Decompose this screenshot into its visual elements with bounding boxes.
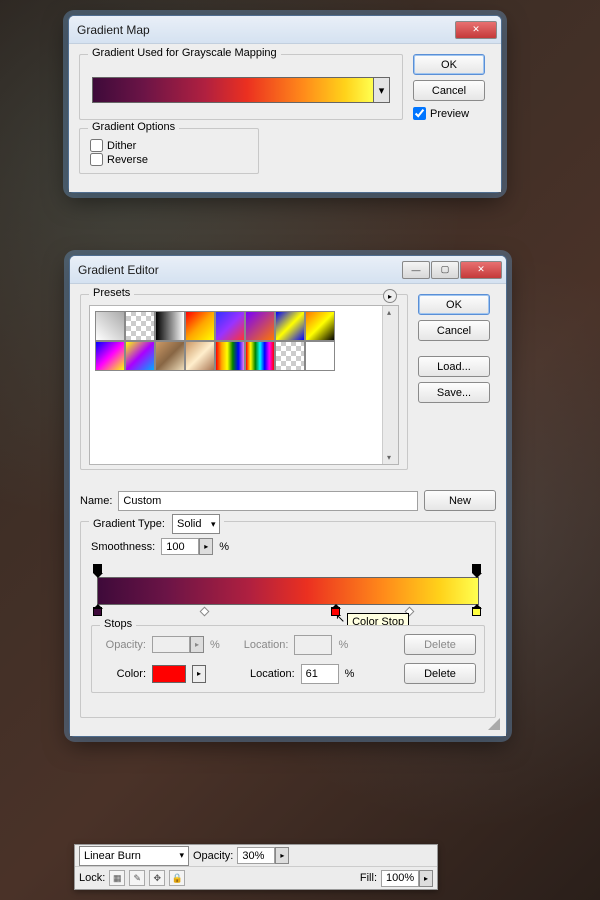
preset-swatch[interactable] bbox=[305, 311, 335, 341]
load-button[interactable]: Load... bbox=[418, 356, 490, 377]
presets-fieldset: Presets ▸ bbox=[80, 294, 408, 470]
preset-swatch[interactable] bbox=[245, 341, 275, 371]
new-button[interactable]: New bbox=[424, 490, 496, 511]
opacity-stop[interactable] bbox=[93, 564, 104, 575]
preset-swatch[interactable] bbox=[125, 341, 155, 371]
location-label: Location: bbox=[250, 668, 295, 680]
close-icon[interactable]: ✕ bbox=[460, 261, 502, 279]
presets-grid bbox=[89, 305, 399, 465]
fieldset-label: Presets bbox=[89, 287, 134, 299]
color-label: Color: bbox=[100, 668, 146, 680]
window-title: Gradient Map bbox=[77, 23, 150, 37]
preset-swatch[interactable] bbox=[155, 341, 185, 371]
opacity-label: Opacity: bbox=[100, 639, 146, 651]
preset-swatch[interactable] bbox=[215, 341, 245, 371]
presets-menu-icon[interactable]: ▸ bbox=[383, 289, 397, 303]
delete-color-button[interactable]: Delete bbox=[404, 663, 476, 684]
gradient-type-label: Gradient Type: bbox=[93, 518, 165, 530]
grayscale-mapping-fieldset: Gradient Used for Grayscale Mapping ▾ bbox=[79, 54, 403, 120]
gradient-ramp[interactable]: ↖ Color Stop bbox=[91, 577, 485, 605]
opacity-input: ▸ bbox=[152, 636, 204, 653]
fieldset-label: Gradient Options bbox=[88, 121, 179, 133]
preview-checkbox[interactable]: Preview bbox=[413, 107, 491, 120]
color-stop[interactable] bbox=[93, 607, 104, 618]
save-button[interactable]: Save... bbox=[418, 382, 490, 403]
fieldset-label: Gradient Used for Grayscale Mapping bbox=[88, 47, 281, 59]
minimize-icon[interactable]: — bbox=[402, 261, 430, 279]
smoothness-label: Smoothness: bbox=[91, 541, 155, 553]
name-label: Name: bbox=[80, 495, 112, 507]
color-swatch[interactable] bbox=[152, 665, 186, 683]
delete-opacity-button: Delete bbox=[404, 634, 476, 655]
cursor-icon: ↖ bbox=[335, 611, 345, 625]
ok-button[interactable]: OK bbox=[413, 54, 485, 75]
blend-mode-select[interactable]: Linear Burn bbox=[79, 846, 189, 866]
resize-grip-icon[interactable] bbox=[488, 718, 500, 730]
opacity-location-input bbox=[294, 635, 332, 655]
close-icon[interactable]: ✕ bbox=[455, 21, 497, 39]
reverse-checkbox[interactable]: Reverse bbox=[90, 153, 248, 166]
layer-opacity-input[interactable]: ▸ bbox=[237, 847, 289, 864]
preset-swatch[interactable] bbox=[95, 311, 125, 341]
gradient-type-fieldset: Gradient Type: Solid Smoothness: ▸ % ↖ C… bbox=[80, 521, 496, 718]
layers-panel: Linear Burn Opacity: ▸ Lock: ▦ ✎ ✥ 🔒 Fil… bbox=[74, 844, 438, 890]
fill-label: Fill: bbox=[360, 872, 377, 884]
scrollbar[interactable] bbox=[382, 306, 398, 464]
dither-checkbox[interactable]: Dither bbox=[90, 139, 248, 152]
preset-swatch[interactable] bbox=[185, 341, 215, 371]
location-label: Location: bbox=[244, 639, 289, 651]
preset-swatch[interactable] bbox=[305, 341, 335, 371]
lock-label: Lock: bbox=[79, 872, 105, 884]
name-input[interactable] bbox=[118, 491, 418, 511]
window-title: Gradient Editor bbox=[78, 263, 159, 277]
smoothness-input[interactable]: ▸ bbox=[161, 538, 213, 555]
color-location-input[interactable] bbox=[301, 664, 339, 684]
preset-swatch[interactable] bbox=[275, 311, 305, 341]
preset-swatch[interactable] bbox=[155, 311, 185, 341]
gradient-dropdown-icon[interactable]: ▾ bbox=[374, 77, 390, 103]
opacity-stop[interactable] bbox=[472, 564, 483, 575]
lock-paint-icon[interactable]: ✎ bbox=[129, 870, 145, 886]
midpoint-handle[interactable] bbox=[200, 607, 210, 617]
color-menu-icon[interactable]: ▸ bbox=[192, 665, 206, 683]
preset-swatch[interactable] bbox=[215, 311, 245, 341]
gradient-map-dialog: Gradient Map ✕ Gradient Used for Graysca… bbox=[68, 15, 502, 193]
stops-fieldset: Stops Opacity: ▸ % Location: % Delete Co… bbox=[91, 625, 485, 693]
preset-swatch[interactable] bbox=[245, 311, 275, 341]
gradient-preview[interactable] bbox=[92, 77, 374, 103]
titlebar[interactable]: Gradient Map ✕ bbox=[69, 16, 501, 44]
lock-all-icon[interactable]: 🔒 bbox=[169, 870, 185, 886]
fieldset-label: Stops bbox=[100, 618, 136, 630]
lock-move-icon[interactable]: ✥ bbox=[149, 870, 165, 886]
gradient-options-fieldset: Gradient Options Dither Reverse bbox=[79, 128, 259, 174]
color-stop[interactable] bbox=[472, 607, 483, 618]
preset-swatch[interactable] bbox=[95, 341, 125, 371]
cancel-button[interactable]: Cancel bbox=[413, 80, 485, 101]
titlebar[interactable]: Gradient Editor — ▢ ✕ bbox=[70, 256, 506, 284]
gradient-type-select[interactable]: Solid bbox=[172, 514, 220, 534]
opacity-label: Opacity: bbox=[193, 850, 233, 862]
cancel-button[interactable]: Cancel bbox=[418, 320, 490, 341]
maximize-icon[interactable]: ▢ bbox=[431, 261, 459, 279]
preset-swatch[interactable] bbox=[275, 341, 305, 371]
gradient-editor-dialog: Gradient Editor — ▢ ✕ Presets ▸ bbox=[69, 255, 507, 737]
preset-swatch[interactable] bbox=[125, 311, 155, 341]
preset-swatch[interactable] bbox=[185, 311, 215, 341]
lock-transparent-icon[interactable]: ▦ bbox=[109, 870, 125, 886]
layer-fill-input[interactable]: ▸ bbox=[381, 870, 433, 887]
ok-button[interactable]: OK bbox=[418, 294, 490, 315]
